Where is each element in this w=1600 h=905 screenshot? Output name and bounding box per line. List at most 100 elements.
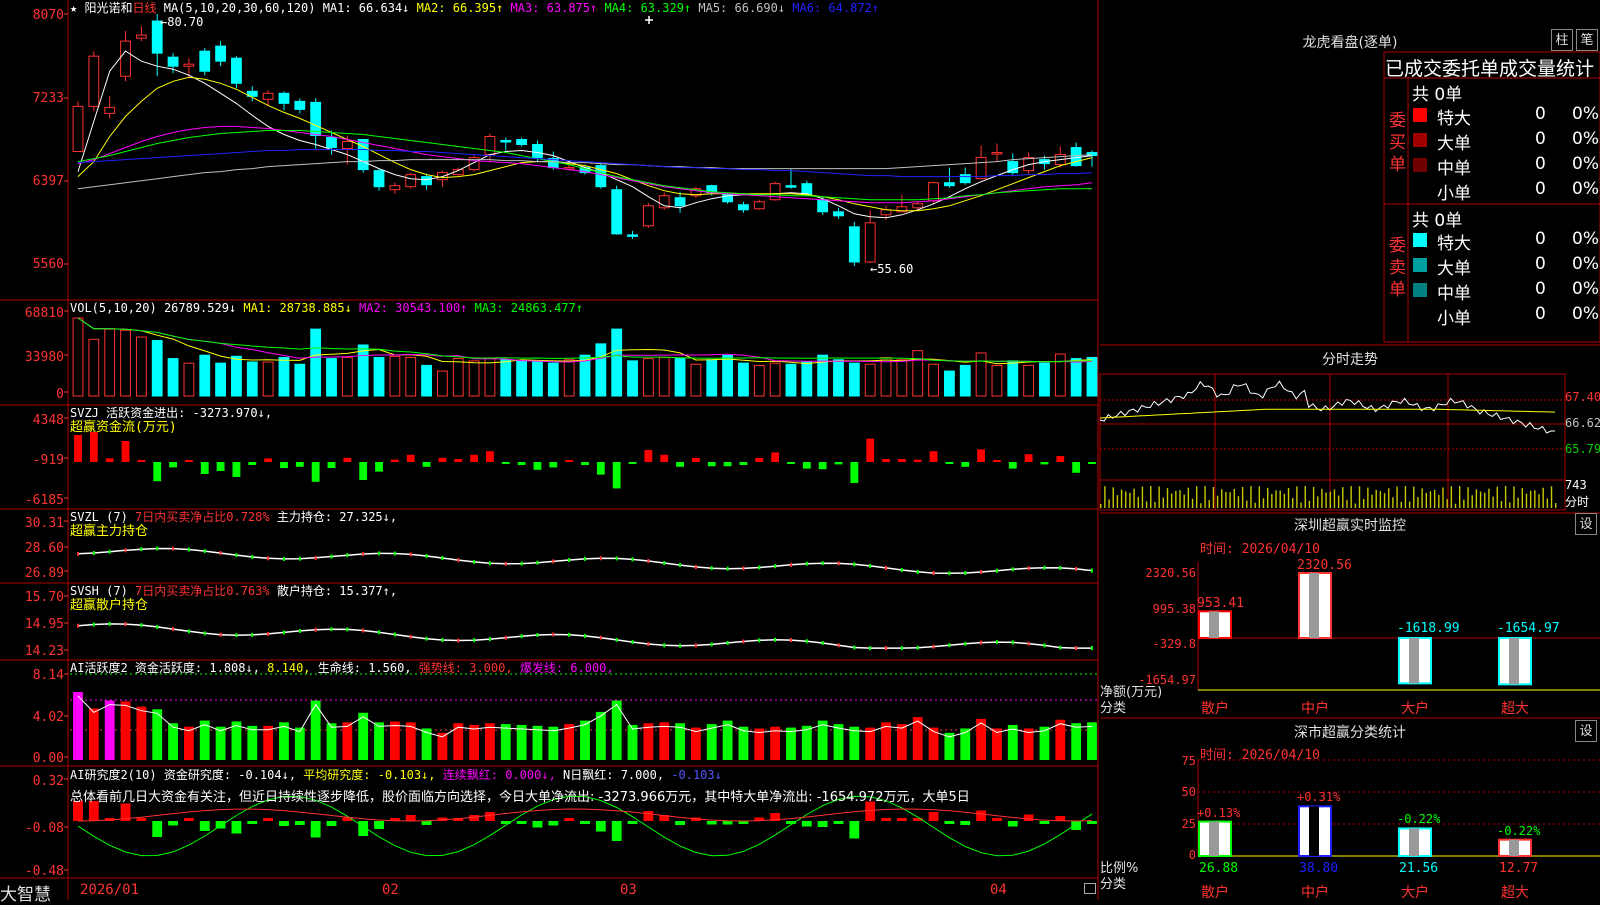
candle-body (785, 185, 797, 188)
kline-header: ★ 阳光诺和日线 MA(5,10,20,30,60,120) MA1: 66.6… (70, 1, 879, 15)
activity-bar (992, 728, 1002, 760)
volume-bar (1086, 356, 1098, 397)
intraday-vol-bar (1166, 488, 1169, 508)
activity-bar (817, 720, 828, 760)
research-bar (833, 821, 844, 824)
buy-row-name: 特大 (1437, 109, 1471, 129)
ma-value-4: MA5: 66.690↓ (691, 1, 786, 15)
buy-label: 委买单 (1389, 111, 1406, 175)
activity-bar (865, 727, 876, 760)
intraday-vol-bar (1433, 489, 1436, 508)
main-holding-line-tick (663, 560, 666, 565)
main-holding-line-tick (568, 557, 571, 562)
activity-bar (580, 720, 590, 760)
classify-category-3: 超大 (1501, 885, 1529, 901)
volume-bar (833, 359, 844, 397)
intraday-vol-bar (1400, 501, 1402, 508)
volume-bar (326, 358, 337, 397)
intraday-vol-bar (1521, 488, 1524, 508)
volume-bar (627, 360, 638, 397)
sell-label: 委卖单 (1389, 236, 1406, 300)
volume-bar (246, 361, 258, 397)
activity-bar (801, 725, 812, 760)
main-chart-canvas[interactable] (0, 0, 1600, 900)
fund-flow-bar (818, 462, 827, 470)
classify-settings-button[interactable]: 设 (1575, 720, 1597, 742)
fund-flow-bar (644, 450, 653, 462)
retail-holding-line-tick (298, 628, 301, 633)
research-bar (279, 821, 289, 826)
intraday-vol-bar (1108, 499, 1110, 508)
svzj-axis-min: -6185 (24, 493, 64, 508)
candle-body (167, 56, 179, 67)
main-holding-line-tick (203, 549, 206, 554)
fund-flow-bar (264, 458, 273, 462)
vol-ma-value-1: MA2: 30543.100↑ (351, 301, 468, 315)
activity-bar (326, 723, 337, 760)
main-holding-line-tick (615, 556, 618, 561)
classify-axis-1: 50 (1181, 785, 1196, 799)
monitor-title: 深圳超赢实时监控 (1294, 518, 1406, 534)
fund-flow-bar (1024, 454, 1033, 462)
svzj-axis-max: 4348 (32, 413, 64, 428)
svzl-axis-max: 30.31 (24, 516, 64, 531)
retail-holding-line-tick (932, 644, 935, 649)
retail-holding-line-tick (267, 631, 270, 636)
main-holding-line-tick (900, 568, 903, 573)
volume-bar (436, 370, 448, 397)
volume-bar (1070, 358, 1082, 397)
main-holding-line-tick (948, 571, 951, 576)
fund-flow-bar (216, 462, 225, 471)
main-holding-line-tick (789, 562, 792, 567)
fund-flow-bar (897, 459, 906, 462)
research-bar (722, 821, 733, 825)
fund-flow-bar (676, 462, 684, 467)
monitor-bar-shade-2 (1409, 638, 1419, 684)
buy-row-color-box (1413, 108, 1427, 122)
monitor-axis-0: 2320.56 (1145, 566, 1196, 580)
main-holding-line-tick (267, 556, 270, 561)
vol-axis-mid: 33980 (24, 350, 64, 365)
activity-bar (770, 726, 781, 760)
main-holding-line-tick (314, 555, 317, 560)
lock-icon[interactable] (1084, 883, 1096, 894)
main-holding-line-tick (124, 548, 127, 553)
intraday-vol-bar (1417, 497, 1419, 508)
tab-zhu[interactable]: 柱 (1551, 29, 1573, 51)
classify-x-unit: 分类 (1100, 877, 1127, 892)
main-holding-line-tick (853, 562, 856, 567)
activity-bar (374, 722, 384, 760)
volume-bar (516, 360, 528, 397)
tab-bi[interactable]: 笔 (1576, 29, 1598, 51)
research-bar (564, 818, 575, 821)
sell-row-color-box (1413, 258, 1427, 272)
favorite-star-icon[interactable]: ★ (70, 1, 77, 15)
intraday-vol-bar (1287, 487, 1290, 508)
candle-body (183, 63, 195, 67)
fund-flow-bar (200, 462, 209, 474)
ma-line-ma1 (77, 50, 1093, 219)
volume-bar (294, 363, 306, 397)
intraday-vol-bar (1296, 486, 1298, 508)
volume-bar (1039, 362, 1050, 397)
intraday-vol-bar (1358, 486, 1361, 508)
main-holding-line-tick (346, 553, 349, 558)
volume-bar (452, 358, 464, 397)
fund-flow-bar (691, 457, 700, 462)
ai-active-value-4: 爆发线: 6.000, (512, 661, 614, 675)
retail-holding-line-tick (789, 638, 792, 643)
activity-bar (1039, 726, 1050, 760)
intraday-vol-bar (1471, 495, 1473, 508)
retail-holding-line-tick (599, 635, 602, 640)
sell-row-pct: 0% (1572, 254, 1599, 274)
research-bar (421, 821, 432, 825)
ma-value-3: MA4: 63.329↑ (597, 1, 692, 15)
research-bar (374, 821, 384, 829)
period-label[interactable]: 日线 (132, 1, 156, 15)
activity-bar (896, 724, 907, 760)
fund-flow-bar (850, 462, 859, 483)
candle-body (833, 211, 844, 217)
candle-body (738, 204, 749, 211)
monitor-settings-button[interactable]: 设 (1575, 513, 1597, 535)
brand-logo[interactable]: 大智慧 (0, 880, 51, 905)
